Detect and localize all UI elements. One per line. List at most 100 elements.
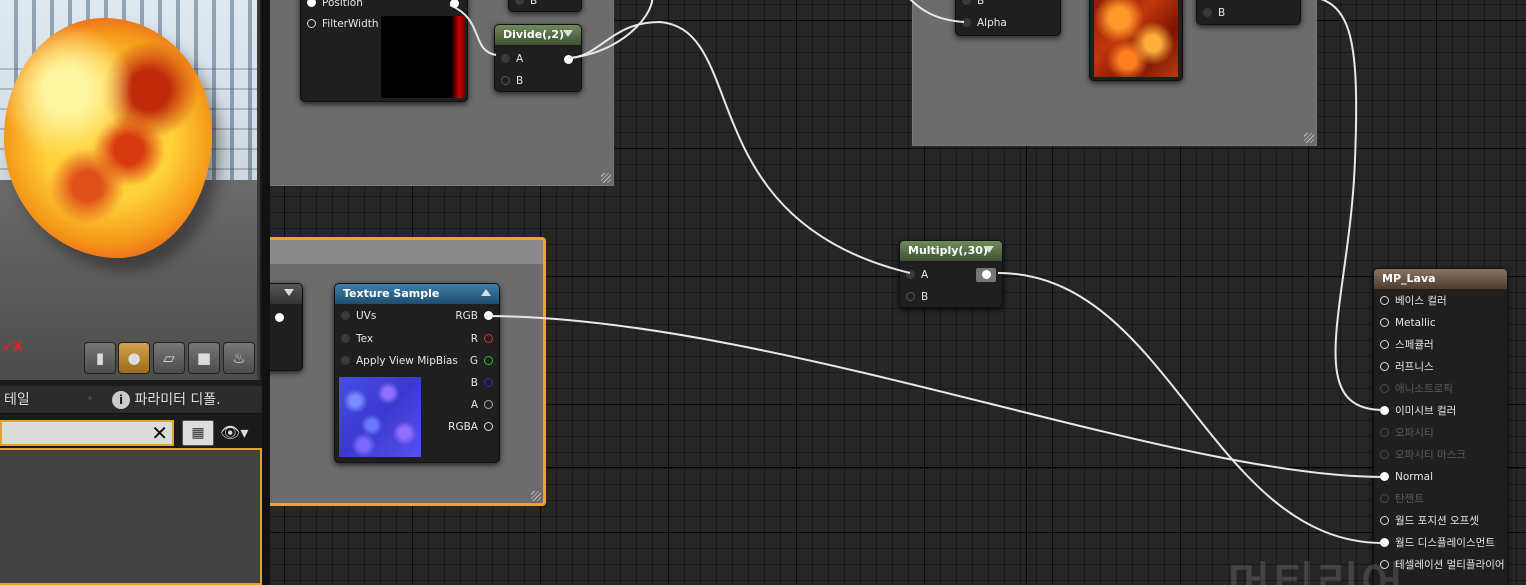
tab-close-icon[interactable]: ✦ xyxy=(86,386,94,414)
comment-resize-handle[interactable] xyxy=(531,491,541,501)
node-top-right[interactable]: B xyxy=(1196,0,1301,25)
pin-icon xyxy=(341,355,350,365)
pin-uvs[interactable]: UVs xyxy=(341,308,376,324)
pin-b[interactable]: B xyxy=(501,73,523,89)
pin-apply-view-mipbias[interactable]: Apply View MipBias xyxy=(341,353,458,369)
pin-rgba[interactable]: RGBA xyxy=(448,419,493,435)
panel-tabs: 테일 ✦ i 파라미터 디폴. xyxy=(0,386,262,414)
material-pin-label: 오파시티 xyxy=(1395,427,1434,439)
material-pin[interactable]: Metallic xyxy=(1380,315,1436,331)
output-pin[interactable] xyxy=(450,0,459,8)
pin-alpha[interactable]: Alpha xyxy=(962,15,1007,31)
pin-icon xyxy=(1380,515,1389,525)
pin-a[interactable]: A xyxy=(471,397,493,413)
grid-view-button[interactable]: ▦ xyxy=(182,420,214,446)
pin-icon xyxy=(341,310,350,320)
node-divide[interactable]: Divide(,2) A B xyxy=(494,24,582,92)
pin-tex[interactable]: Tex xyxy=(341,331,373,347)
pin-icon xyxy=(906,269,915,279)
preview-cylinder-button[interactable]: ▮ xyxy=(84,342,116,374)
pin-rgb[interactable]: RGB xyxy=(455,308,493,324)
node-top-small[interactable]: B xyxy=(508,0,582,12)
tab-details[interactable]: 테일 ✦ xyxy=(0,386,100,414)
pin-icon xyxy=(1380,405,1389,415)
material-pin[interactable]: 러프니스 xyxy=(1380,359,1434,375)
teapot-icon: ♨ xyxy=(232,349,246,367)
panel-splitter[interactable] xyxy=(262,0,270,585)
tab-parameter-defaults[interactable]: i 파라미터 디폴. xyxy=(108,386,262,414)
comment-resize-handle[interactable] xyxy=(1304,133,1314,143)
material-pin[interactable]: 오파시티 xyxy=(1380,425,1434,441)
pin-position[interactable]: Position xyxy=(307,0,363,11)
output-pin[interactable] xyxy=(564,55,573,64)
material-pin-label: 테셀레이션 멀티플라이어 xyxy=(1395,559,1505,571)
material-pin[interactable]: 오파시티 마스크 xyxy=(1380,447,1466,463)
node-divide-header[interactable]: Divide(,2) xyxy=(495,25,581,45)
pin-g[interactable]: G xyxy=(470,353,493,369)
lava-texture-thumbnail xyxy=(1094,0,1178,77)
material-pin[interactable]: Normal xyxy=(1380,469,1433,485)
pin-icon xyxy=(1380,427,1389,437)
pin-icon xyxy=(341,333,350,343)
preview-cube-button[interactable]: ■ xyxy=(188,342,220,374)
node-lerp[interactable]: B Alpha xyxy=(955,0,1061,36)
preview-sphere-button[interactable]: ● xyxy=(118,342,150,374)
output-pin-highlight[interactable] xyxy=(976,268,996,282)
node-multiply-header[interactable]: Multiply(,30) xyxy=(900,241,1002,261)
visibility-dropdown-button[interactable]: 👁▾ xyxy=(218,420,260,446)
tab-params-label: 파라미터 디폴. xyxy=(134,392,221,408)
node-texture-sample-header[interactable]: Texture Sample xyxy=(335,284,499,304)
pin-b[interactable]: B xyxy=(471,375,493,391)
cube-icon: ■ xyxy=(196,349,212,367)
material-preview-viewport[interactable]: ↙X ▮ ● ▱ ■ ♨ xyxy=(0,0,260,380)
pin-icon xyxy=(1203,7,1212,17)
material-pin-label: 이미시브 컬러 xyxy=(1395,405,1457,417)
node-multiply[interactable]: Multiply(,30) A B xyxy=(899,240,1003,308)
watermark-text: 머티리어 xyxy=(1228,557,1406,585)
pin-r[interactable]: R xyxy=(471,331,493,347)
pin-b[interactable]: B xyxy=(1203,5,1225,21)
pin-icon xyxy=(1380,493,1389,503)
pin-icon xyxy=(1380,317,1389,327)
pin-icon xyxy=(1380,361,1389,371)
material-pin[interactable]: 스페큘러 xyxy=(1380,337,1434,353)
material-pin[interactable]: 애니소트로픽 xyxy=(1380,381,1453,397)
material-pin[interactable]: 탄젠트 xyxy=(1380,491,1424,507)
node-top-left[interactable]: Position FilterWidth xyxy=(300,0,468,102)
pin-icon xyxy=(1380,537,1389,547)
pin-b[interactable]: B xyxy=(515,0,537,9)
info-icon: i xyxy=(112,391,130,409)
pin-icon xyxy=(1380,339,1389,349)
pin-b[interactable]: B xyxy=(962,0,984,9)
collapse-arrow-icon[interactable] xyxy=(284,289,294,296)
comment-title-bar[interactable] xyxy=(270,240,543,264)
pin-a[interactable]: A xyxy=(906,267,928,283)
collapse-arrow-icon[interactable] xyxy=(984,246,994,253)
node-texture-sample[interactable]: Texture Sample UVs Tex Apply View MipBia… xyxy=(334,283,500,463)
node-partial-left[interactable]: e xyxy=(270,283,303,371)
pin-b[interactable]: B xyxy=(906,289,928,305)
preview-plane-button[interactable]: ▱ xyxy=(153,342,185,374)
collapse-arrow-icon[interactable] xyxy=(481,289,491,296)
preview-teapot-button[interactable]: ♨ xyxy=(223,342,255,374)
grid-icon: ▦ xyxy=(191,425,205,441)
node-texture-lava[interactable] xyxy=(1089,0,1183,81)
node-preview-thumbnail xyxy=(381,16,465,98)
search-input[interactable] xyxy=(2,422,142,444)
material-graph-canvas[interactable]: Position FilterWidth B Divide(,2) A B B … xyxy=(270,0,1526,585)
material-pin-label: 오파시티 마스크 xyxy=(1395,449,1466,461)
material-pin[interactable]: 베이스 컬러 xyxy=(1380,293,1447,309)
collapse-arrow-icon[interactable] xyxy=(563,30,573,37)
node-partial-header[interactable] xyxy=(270,284,302,304)
clear-search-icon[interactable]: ✕ xyxy=(151,422,168,444)
material-pin[interactable]: 이미시브 컬러 xyxy=(1380,403,1456,419)
material-node-header[interactable]: MP_Lava xyxy=(1374,269,1507,289)
pin-a[interactable]: A xyxy=(501,51,523,67)
comment-resize-handle[interactable] xyxy=(601,173,611,183)
pin-icon xyxy=(1380,471,1389,481)
pin-icon xyxy=(484,399,493,409)
pin-output[interactable]: e xyxy=(270,310,285,326)
node-material-result[interactable]: MP_Lava 베이스 컬러 Metallic 스페큘러러프니스애니소트로픽이미시브… xyxy=(1373,268,1508,585)
pin-filterwidth[interactable]: FilterWidth xyxy=(307,16,379,32)
material-pin[interactable]: 월드 포지션 오프셋 xyxy=(1380,513,1479,529)
